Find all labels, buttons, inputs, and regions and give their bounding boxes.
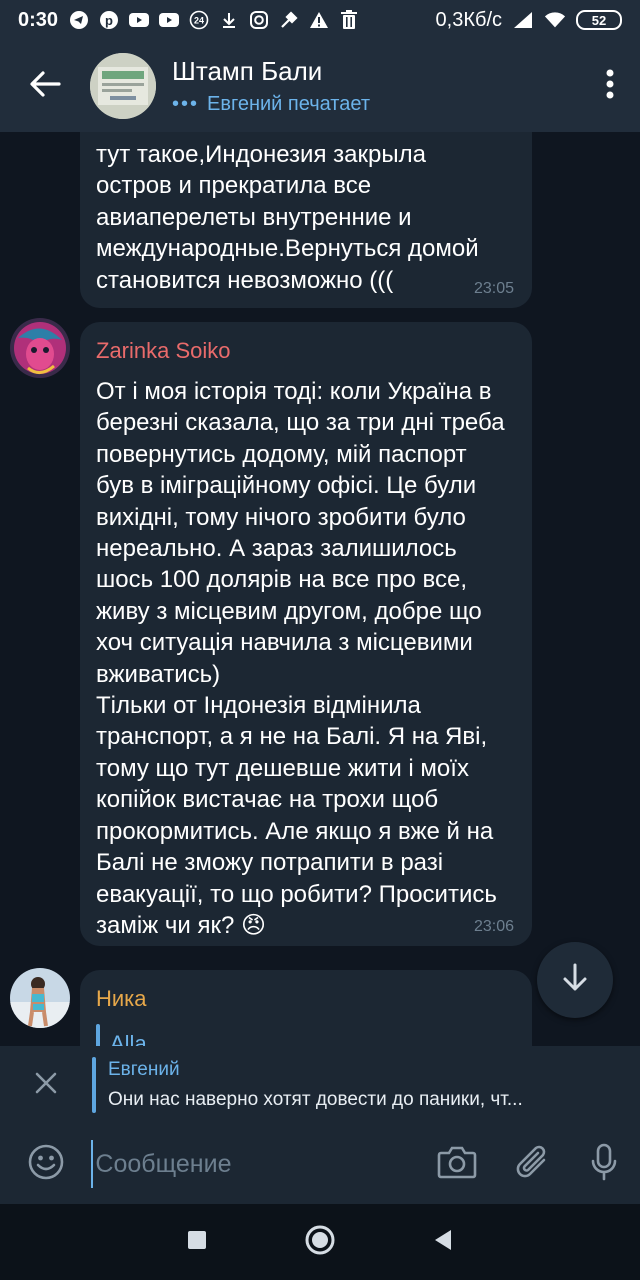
status-right: 0,3Кб/с 52 [436,9,622,32]
youtube-icon [158,9,180,31]
chat-info[interactable]: Штамп Бали ••• Евгений печатает [172,56,580,116]
message-text: тут такое,Индонезия закрыла остров и пре… [96,141,479,294]
arrow-down-icon [561,963,589,998]
quote-bar [96,1024,100,1046]
avatar[interactable] [10,318,70,378]
more-vertical-icon [606,69,614,104]
svg-text:p: p [105,13,113,28]
youtube-icon [128,9,150,31]
emoji-button[interactable] [0,1124,91,1204]
sender-name[interactable]: Ника [96,986,514,1012]
quote-name: Alla [110,1031,147,1046]
message-time: 23:05 [473,280,514,297]
notification-icons: p 24 [68,9,436,31]
typing-dots-icon: ••• [172,93,200,115]
wifi-icon [544,9,566,31]
back-button[interactable] [0,40,90,132]
signal-icon [512,9,534,31]
download-icon [218,9,240,31]
reply-panel: Евгений Они нас наверно хотят довести до… [0,1046,640,1124]
instagram-icon [248,9,270,31]
tool-icon [278,9,300,31]
attach-button[interactable] [497,1124,569,1204]
message-time: 23:06 [473,918,514,935]
message-input[interactable] [91,1140,418,1188]
recents-button[interactable] [186,1229,208,1256]
clock: 0:30 [18,8,59,31]
system-nav-bar [0,1204,640,1280]
arrow-left-icon [29,70,61,103]
reply-text: Они нас наверно хотят довести до паники,… [108,1089,523,1110]
chat-header: Штамп Бали ••• Евгений печатает [0,40,640,132]
message-input-bar [0,1124,640,1204]
scroll-down-button[interactable] [537,942,613,1018]
message-text: От і моя історія тоді: коли Україна в бе… [96,378,505,939]
avatar[interactable] [10,968,70,1028]
telegram-icon [68,9,90,31]
typing-status: ••• Евгений печатает [172,93,580,116]
back-nav-button[interactable] [432,1228,454,1257]
more-menu-button[interactable] [580,40,640,132]
warning-icon [308,9,330,31]
sender-name[interactable]: Zarinka Soiko [96,338,514,364]
pinterest-icon: p [98,9,120,31]
voice-button[interactable] [568,1124,640,1204]
message-bubble[interactable]: тут такое,Индонезия закрыла остров и пре… [80,132,532,308]
reply-bar [92,1057,96,1113]
chat-title: Штамп Бали [172,56,323,86]
close-icon [34,1071,58,1100]
emoji-icon [28,1144,64,1185]
message-bubble[interactable]: Ника Alla [80,970,532,1046]
cancel-reply-button[interactable] [0,1046,92,1124]
home-button[interactable] [304,1224,336,1261]
reply-preview[interactable]: Евгений Они нас наверно хотят довести до… [108,1059,523,1111]
chat-avatar[interactable] [90,53,156,119]
message-bubble[interactable]: Zarinka Soiko От і моя історія тоді: кол… [80,322,532,946]
typing-status-text: Евгений печатает [207,93,370,115]
quoted-reply[interactable]: Alla [96,1024,514,1046]
reply-name: Евгений [108,1059,180,1080]
message-list[interactable]: тут такое,Индонезия закрыла остров и пре… [0,132,640,1046]
battery-icon: 52 [576,10,622,30]
camera-button[interactable] [417,1124,497,1204]
svg-text:24: 24 [194,16,204,26]
status-bar: 0:30 p 24 0,3Кб/с 52 [0,0,640,40]
network-speed: 0,3Кб/с [435,8,502,31]
microphone-icon [590,1143,618,1186]
trash-icon [338,9,360,31]
24-badge-icon: 24 [188,9,210,31]
paperclip-icon [516,1144,550,1185]
camera-icon [437,1145,477,1184]
